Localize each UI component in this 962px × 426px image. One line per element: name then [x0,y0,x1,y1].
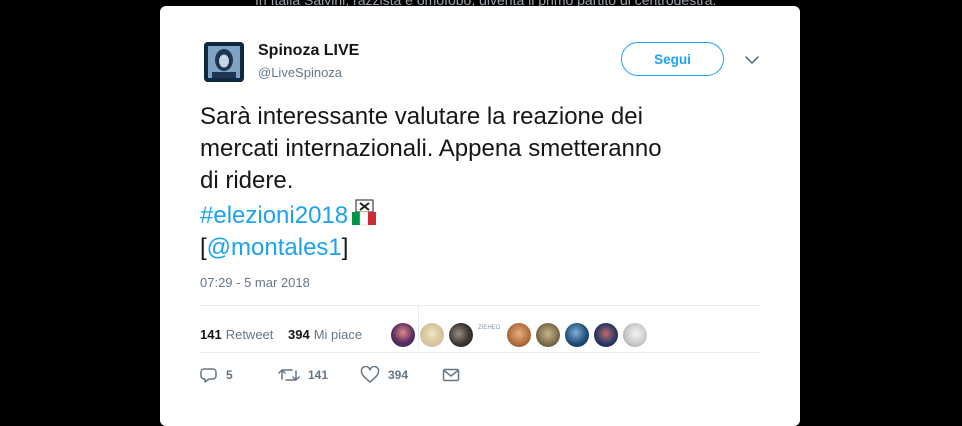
retweet-label: Retweet [225,327,274,342]
liker-avatar[interactable] [391,323,415,347]
tweet-text-line: Sarà interessante valutare la reazione d… [200,103,643,130]
author-name[interactable]: Spinoza LIVE [258,42,359,60]
retweet-icon [278,369,300,381]
liker-avatar[interactable] [594,323,618,347]
liker-avatar-text[interactable]: ZIEHEO [478,325,500,331]
heart-icon [360,366,380,383]
divider [200,305,760,306]
liker-avatar[interactable] [449,323,473,347]
tweet-text: Sarà interessante valutare la reazione d… [200,101,780,264]
liker-avatar[interactable] [565,323,589,347]
hashtag-line: #elezioni2018 [200,197,780,232]
italy-flag-icon [352,212,361,225]
reply-icon [200,368,217,383]
retweet-button[interactable]: 141 [278,366,328,384]
tweet-text-line: mercati internazionali. Appena smetteran… [200,135,662,162]
follow-button[interactable]: Segui [621,42,724,76]
like-button[interactable]: 394 [360,366,408,384]
tweet-card: Spinoza LIVE @LiveSpinoza Segui Sarà int… [160,6,800,426]
tweet-actions: 5 141 394 [200,366,760,396]
likes-count: 394 [288,327,310,342]
retweet-count: 141 [200,327,222,342]
reply-count: 5 [226,368,233,382]
chevron-down-icon[interactable] [744,54,760,66]
reply-button[interactable]: 5 [200,366,233,384]
author-avatar[interactable] [204,42,244,82]
liker-avatar[interactable] [623,323,647,347]
mention-line: [@montales1] [200,232,780,264]
ballot-box-icon [352,199,377,226]
envelope-icon [442,368,460,382]
hashtag-link[interactable]: #elezioni2018 [200,202,348,229]
tweet-timestamp[interactable]: 07:29 - 5 mar 2018 [200,275,310,290]
vertical-divider [418,306,419,350]
mention-bracket-close: ] [341,234,349,261]
author-handle[interactable]: @LiveSpinoza [258,65,342,80]
retweet-action-count: 141 [308,368,329,382]
direct-message-button[interactable] [442,366,468,384]
mention-bracket-open: [ [200,234,207,261]
likes-stat[interactable]: 394 Mi piace [288,327,362,342]
liker-avatar[interactable] [507,323,531,347]
liker-avatar[interactable] [536,323,560,347]
tweet-text-line: di ridere. [200,167,294,194]
avatar-portrait-icon [204,42,244,82]
retweet-stat[interactable]: 141 Retweet [200,327,273,342]
likes-label: Mi piace [313,327,363,342]
like-action-count: 394 [388,368,409,382]
liker-avatar[interactable] [420,323,444,347]
divider [200,352,760,353]
mention-link[interactable]: @montales1 [207,234,342,261]
